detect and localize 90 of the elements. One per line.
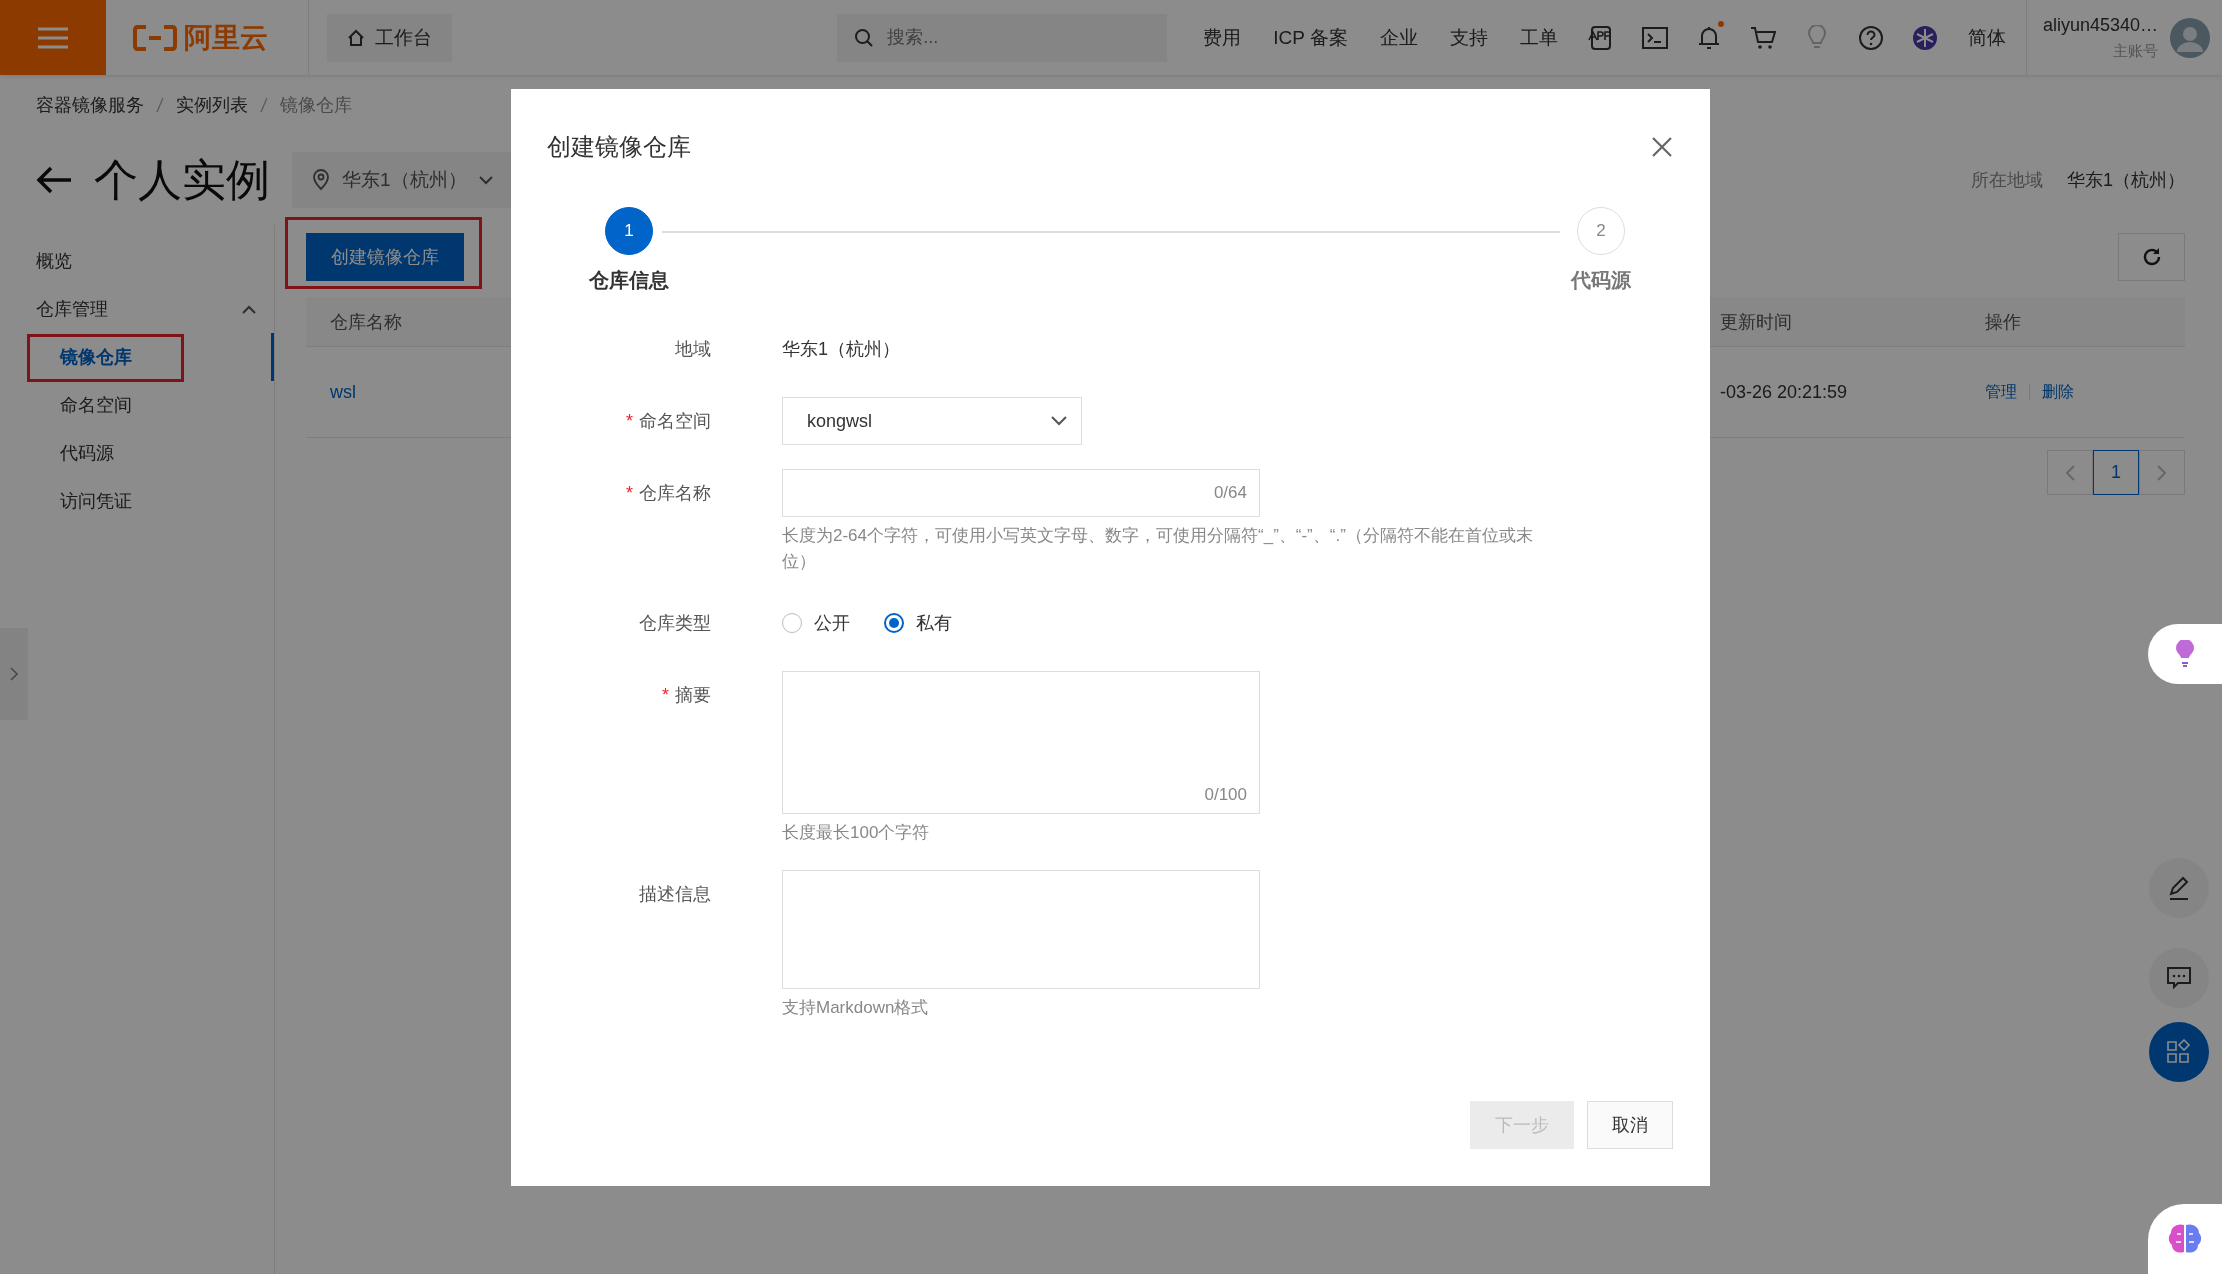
column-header: 操作 xyxy=(1984,310,2022,334)
create-repository-button[interactable]: 创建镜像仓库 xyxy=(306,233,464,281)
sidebar-toggle[interactable] xyxy=(0,628,28,720)
region-value: 华东1（杭州） xyxy=(2067,169,2185,192)
text-area[interactable]: 0/100 xyxy=(782,671,1260,814)
search-field[interactable]: 搜索... xyxy=(837,13,1168,62)
refresh-icon xyxy=(2141,247,2162,267)
field-label: 描述信息 xyxy=(639,884,711,904)
search-icon xyxy=(854,27,875,48)
nav-link[interactable]: 支持 xyxy=(1433,24,1504,51)
region-select[interactable]: 华东1（杭州） xyxy=(292,152,513,208)
chevron-right-icon xyxy=(2157,464,2167,481)
breadcrumb-link[interactable]: 容器镜像服务 xyxy=(36,93,144,117)
back-arrow-icon[interactable] xyxy=(36,166,72,194)
field-label: 仓库名称 xyxy=(639,483,711,503)
home-icon xyxy=(347,28,365,47)
page-button[interactable]: 1 xyxy=(2093,450,2139,495)
field-label: 地域 xyxy=(675,339,711,359)
nav-link[interactable]: ICP 备案 xyxy=(1257,24,1364,51)
cancel-button[interactable]: 取消 xyxy=(1587,1101,1673,1149)
grid-icon xyxy=(2166,1039,2192,1065)
step-label: 仓库信息 xyxy=(589,268,669,293)
field-label: 命名空间 xyxy=(639,411,711,431)
brain-icon xyxy=(2167,1222,2203,1256)
logo-text: 阿里云 xyxy=(184,20,268,55)
nav-link[interactable]: 工单 xyxy=(1503,24,1574,51)
cart-icon[interactable] xyxy=(1749,24,1776,51)
radio-button[interactable] xyxy=(884,613,904,633)
close-icon xyxy=(1651,136,1673,158)
help-text: 支持Markdown格式 xyxy=(782,997,930,1019)
help-text: 长度最长100个字符 xyxy=(782,822,931,844)
terminal-icon[interactable] xyxy=(1641,24,1668,51)
lightbulb-icon xyxy=(2173,640,2197,668)
sidebar-item[interactable]: 镜像仓库 xyxy=(0,333,274,381)
language-menu[interactable]: 简体 xyxy=(1951,24,2026,51)
character-counter: 0/100 xyxy=(1204,785,1247,805)
region-label: 所在地域 xyxy=(1971,169,2043,192)
nav-link[interactable]: 企业 xyxy=(1363,24,1434,51)
step-number: 2 xyxy=(1577,207,1625,255)
workbench-button[interactable]: 工作台 xyxy=(327,13,452,62)
chevron-left-icon xyxy=(2065,464,2075,481)
apps-button[interactable] xyxy=(2149,1022,2209,1082)
input-field[interactable]: 0/64 xyxy=(782,469,1260,517)
nav-link[interactable]: 费用 xyxy=(1187,24,1258,51)
field-value: 华东1（杭州） xyxy=(782,338,901,361)
breadcrumb-link[interactable]: 实例列表 xyxy=(176,93,248,117)
sidebar-item[interactable]: 命名空间 xyxy=(0,381,274,429)
sidebar-item[interactable]: 访问凭证 xyxy=(0,477,274,525)
close-button[interactable] xyxy=(1651,136,1673,158)
refresh-button[interactable] xyxy=(2118,233,2185,281)
ai-assistant-button[interactable] xyxy=(2148,1204,2222,1274)
field-label: 摘要 xyxy=(675,685,711,705)
slash-icon xyxy=(260,97,268,113)
chevron-right-icon xyxy=(10,667,18,681)
action-link[interactable]: 管理 xyxy=(1985,381,2017,403)
bracket-logo-icon xyxy=(132,23,178,52)
assistant-tab[interactable] xyxy=(2148,624,2222,684)
radio-label[interactable]: 公开 xyxy=(814,611,850,635)
sparkle-badge-icon[interactable] xyxy=(1911,24,1938,51)
column-header: 更新时间 xyxy=(1719,310,1793,334)
action-link[interactable]: 删除 xyxy=(2042,381,2074,403)
dialog-title: 创建镜像仓库 xyxy=(547,132,691,162)
help-text: 长度为2-64个字符，可使用小写英文字母、数字，可使用分隔符“_”、“-”、“.”（分隔符不能在首位或末位） xyxy=(782,525,1534,573)
chevron-up-icon[interactable] xyxy=(242,304,256,314)
chat-bubble-icon xyxy=(2166,965,2192,991)
chevron-down-icon xyxy=(1051,416,1067,426)
column-header: 仓库名称 xyxy=(329,310,403,334)
page-title: 个人实例 xyxy=(94,153,270,206)
sidebar-item[interactable]: 仓库管理 xyxy=(0,285,274,333)
slash-icon xyxy=(156,97,164,113)
menu-icon xyxy=(38,26,68,49)
character-counter: 0/64 xyxy=(1213,483,1247,503)
radio-button[interactable] xyxy=(782,613,802,633)
sidebar-item[interactable]: 概览 xyxy=(0,237,274,285)
location-pin-icon xyxy=(312,169,330,191)
step-label: 代码源 xyxy=(1571,268,1631,293)
step-number: 1 xyxy=(605,207,653,255)
menu-button[interactable] xyxy=(0,0,106,75)
required-asterisk: * xyxy=(662,685,669,705)
chevron-down-icon xyxy=(478,175,493,185)
required-asterisk: * xyxy=(626,411,633,431)
sidebar-item[interactable]: 代码源 xyxy=(0,429,274,477)
required-asterisk: * xyxy=(626,483,633,503)
radio-label[interactable]: 私有 xyxy=(916,611,952,635)
help-icon[interactable] xyxy=(1857,24,1884,51)
account-name[interactable]: aliyun45340… xyxy=(2042,14,2158,36)
table-cell-text: -03-26 20:21:59 xyxy=(1719,381,1849,403)
field-label: 仓库类型 xyxy=(639,613,711,633)
namespace-select[interactable]: kongwsl xyxy=(782,397,1082,445)
app-icon[interactable] xyxy=(1587,24,1614,51)
